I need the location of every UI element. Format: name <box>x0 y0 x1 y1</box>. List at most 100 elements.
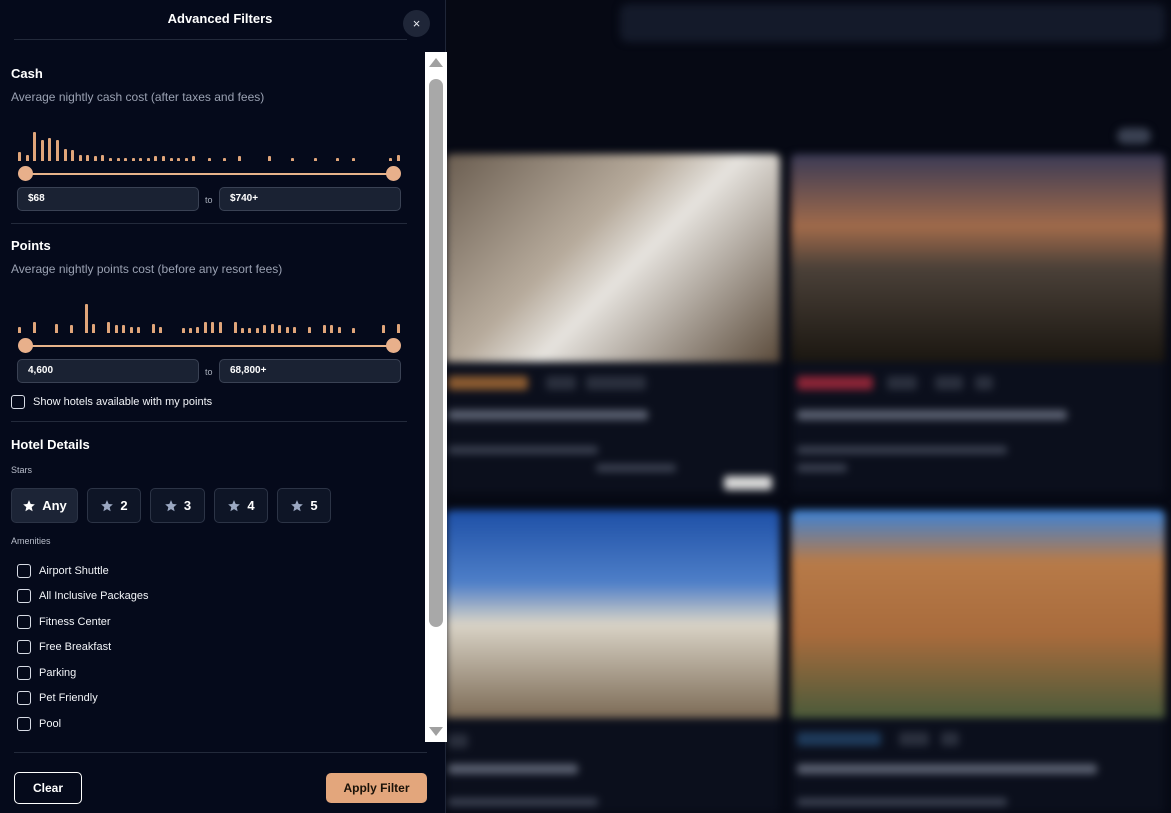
star-filter-3[interactable]: 3 <box>150 488 205 523</box>
histogram-bar <box>203 322 207 333</box>
points-section-title: Points <box>11 238 51 253</box>
amenity-checkbox-fitness-center[interactable] <box>17 615 31 629</box>
histogram-bar <box>255 328 259 333</box>
histogram-bar <box>124 158 128 161</box>
star-icon <box>228 499 241 511</box>
star-filter-label: 5 <box>310 498 318 513</box>
histogram-bar <box>146 158 150 161</box>
histogram-bar <box>233 322 237 333</box>
hotel-card <box>791 154 1165 494</box>
points-min-input[interactable]: 4,600 <box>17 359 199 383</box>
histogram-bar <box>270 324 274 333</box>
amenity-label: Fitness Center <box>39 616 111 628</box>
histogram-bar <box>382 325 386 333</box>
amenity-checkbox-all-inclusive[interactable] <box>17 589 31 603</box>
amenity-checkbox-free-breakfast[interactable] <box>17 640 31 654</box>
amenity-checkbox-pool[interactable] <box>17 717 31 731</box>
amenity-label: Airport Shuttle <box>39 565 109 577</box>
points-range-slider[interactable] <box>18 338 401 354</box>
cash-max-thumb[interactable] <box>386 166 401 181</box>
histogram-bar <box>84 304 88 333</box>
histogram-bar <box>184 158 188 161</box>
scroll-down-arrow-icon[interactable] <box>429 727 443 736</box>
histogram-bar <box>397 324 400 333</box>
points-slider-track <box>25 345 394 347</box>
points-max-thumb[interactable] <box>386 338 401 353</box>
histogram-bar <box>293 327 296 333</box>
amenity-label: All Inclusive Packages <box>39 590 149 602</box>
apply-filter-button[interactable]: Apply Filter <box>326 773 427 803</box>
histogram-bar <box>136 327 140 333</box>
filters-scroll-area[interactable]: Cash Average nightly cash cost (after ta… <box>0 40 424 752</box>
histogram-bar <box>139 158 143 161</box>
points-max-input[interactable]: 68,800+ <box>219 359 401 383</box>
histogram-bar <box>109 158 112 161</box>
histogram-bar <box>222 158 226 161</box>
histogram-bar <box>352 328 356 333</box>
amenity-checkbox-parking[interactable] <box>17 666 31 680</box>
histogram-bar <box>278 325 282 333</box>
histogram-bar <box>237 156 241 161</box>
cash-to-label: to <box>205 195 213 205</box>
histogram-bar <box>63 149 67 161</box>
histogram-bar <box>18 327 21 333</box>
star-filter-2[interactable]: 2 <box>87 488 141 523</box>
histogram-bar <box>129 327 133 333</box>
histogram-bar <box>78 155 82 161</box>
cash-min-input[interactable]: $68 <box>17 187 199 211</box>
hotel-card <box>446 154 780 494</box>
amenity-label: Free Breakfast <box>39 641 112 653</box>
amenities-label: Amenities <box>11 536 51 546</box>
histogram-bar <box>70 325 73 333</box>
scroll-up-arrow-icon[interactable] <box>429 58 443 67</box>
panel-title: Advanced Filters <box>167 11 273 26</box>
hotel-photo <box>791 510 1165 718</box>
histogram-bar <box>93 156 97 161</box>
histogram-bar <box>263 325 267 333</box>
clear-button[interactable]: Clear <box>14 772 82 804</box>
cash-slider-track <box>25 173 394 175</box>
amenity-label: Parking <box>39 667 77 679</box>
histogram-bar <box>285 327 289 333</box>
histogram-bar <box>397 155 400 161</box>
advanced-filters-panel: Advanced Filters × Cash Average nightly … <box>0 0 447 813</box>
points-to-label: to <box>205 367 213 377</box>
my-points-checkbox[interactable] <box>11 395 25 409</box>
histogram-bar <box>25 155 29 161</box>
footer-divider <box>14 752 427 753</box>
background-availability-toggle <box>1111 128 1157 144</box>
section-divider <box>11 421 407 422</box>
close-button[interactable]: × <box>403 10 430 37</box>
cash-histogram <box>18 121 400 161</box>
star-filter-any[interactable]: Any <box>11 488 78 523</box>
points-histogram <box>18 293 400 333</box>
histogram-bar <box>40 140 44 161</box>
points-min-thumb[interactable] <box>18 338 33 353</box>
hotel-card <box>791 510 1165 813</box>
cash-max-input[interactable]: $740+ <box>219 187 401 211</box>
histogram-bar <box>207 158 211 161</box>
panel-header: Advanced Filters × <box>0 0 446 40</box>
cash-section-subtitle: Average nightly cash cost (after taxes a… <box>11 90 265 104</box>
histogram-bar <box>290 158 294 161</box>
star-filter-label: Any <box>42 498 67 513</box>
histogram-bar <box>86 155 90 161</box>
histogram-bar <box>55 140 59 161</box>
star-filter-4[interactable]: 4 <box>214 488 268 523</box>
hotel-photo <box>446 510 780 718</box>
section-divider <box>11 223 407 224</box>
cash-min-thumb[interactable] <box>18 166 33 181</box>
histogram-bar <box>116 158 120 161</box>
amenity-checkbox-pet-friendly[interactable] <box>17 691 31 705</box>
histogram-bar <box>162 156 165 161</box>
amenity-label: Pet Friendly <box>39 692 98 704</box>
star-filter-5[interactable]: 5 <box>277 488 331 523</box>
amenity-checkbox-airport-shuttle[interactable] <box>17 564 31 578</box>
histogram-bar <box>159 327 163 333</box>
cash-range-slider[interactable] <box>18 166 401 182</box>
stars-label: Stars <box>11 465 33 475</box>
hotel-card <box>446 510 780 813</box>
histogram-bar <box>151 324 155 333</box>
panel-scrollbar[interactable] <box>425 52 447 742</box>
scrollbar-thumb[interactable] <box>429 79 443 627</box>
